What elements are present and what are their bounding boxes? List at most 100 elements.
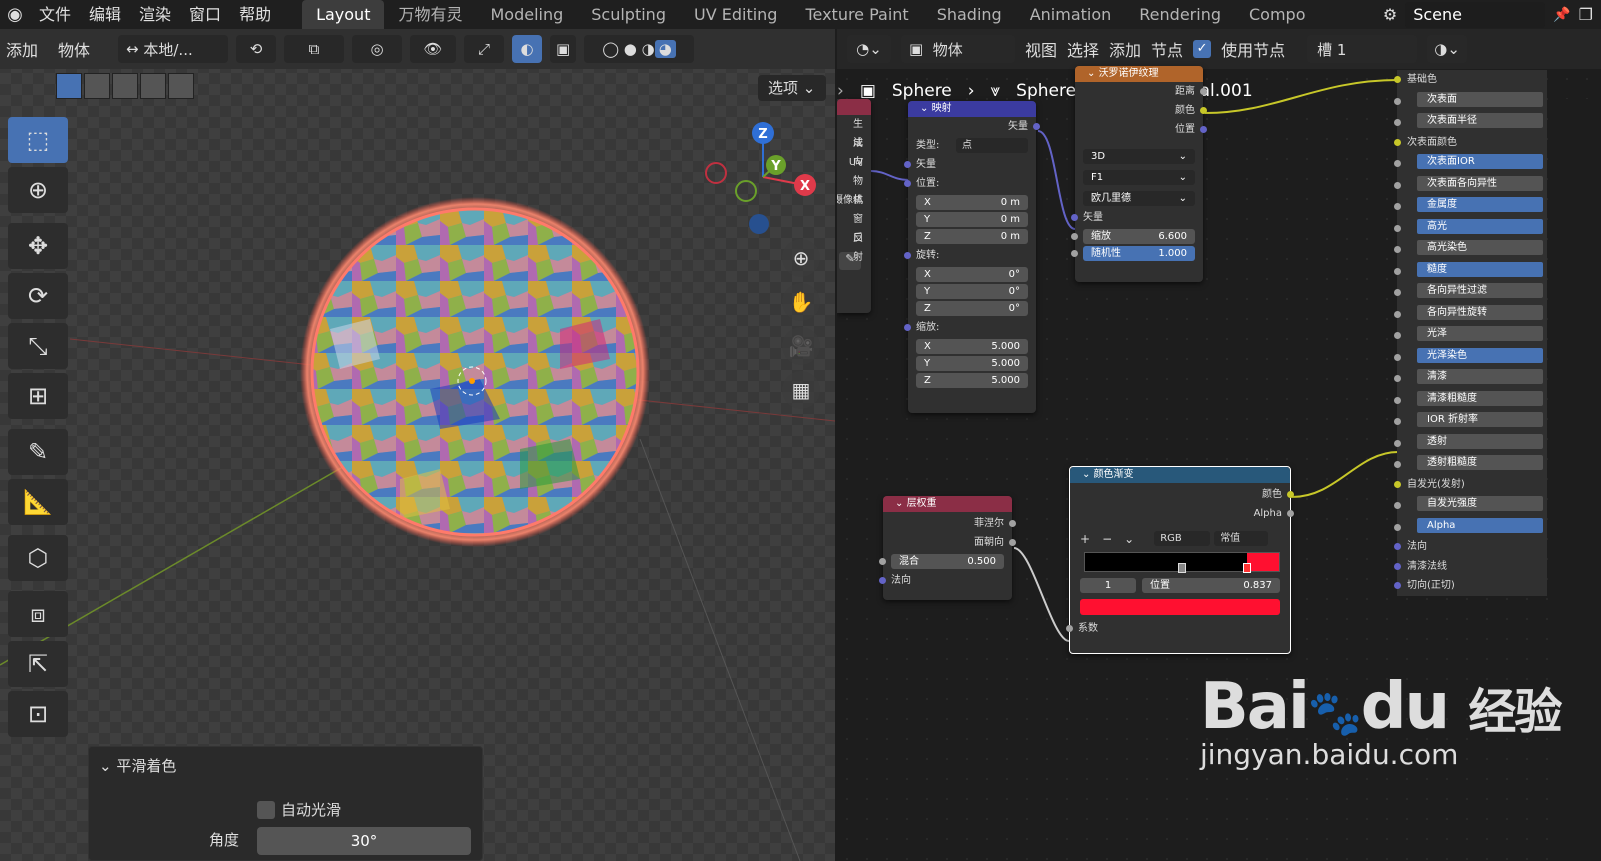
mapping-scale-y[interactable]: Y 5.000 xyxy=(916,356,1028,371)
voronoi-randomness-field[interactable]: 随机性 1.000 xyxy=(1071,246,1195,261)
input-socket[interactable] xyxy=(1394,119,1401,126)
xray-icon[interactable]: ▣ xyxy=(550,35,577,63)
principled-input-row[interactable]: 自发光(发射) xyxy=(1394,475,1547,495)
mapping-node-title[interactable]: ⌄ 映射 xyxy=(908,101,1036,117)
camera-icon[interactable]: 🎥 xyxy=(782,327,820,365)
transform-orientation-dropdown[interactable]: ↔ 本地/... xyxy=(118,35,229,63)
scale-icon[interactable]: ⤡ xyxy=(8,323,68,369)
input-socket[interactable] xyxy=(1394,97,1401,105)
input-socket[interactable] xyxy=(1394,289,1401,296)
add-stop-icon[interactable]: + xyxy=(1080,532,1090,546)
voronoi-feature-dropdown[interactable]: F1 ⌄ xyxy=(1083,170,1195,185)
mapping-scale-x[interactable]: X 5.000 xyxy=(916,339,1028,354)
use-nodes-checkbox[interactable]: ✓ xyxy=(1193,40,1212,58)
input-socket[interactable] xyxy=(1394,543,1401,550)
input-socket[interactable] xyxy=(1394,353,1401,361)
material-preview-icon[interactable]: ◑⌄ xyxy=(1427,35,1468,63)
options-dropdown[interactable]: 选项 ⌄ xyxy=(758,75,826,101)
principled-input-row[interactable]: 糙度 xyxy=(1394,261,1547,282)
edit-icon[interactable]: ⧈ xyxy=(8,591,68,637)
principled-input-row[interactable]: 基础色 xyxy=(1394,70,1547,90)
input-socket[interactable] xyxy=(1394,76,1401,83)
principled-input-row[interactable]: 高光染色 xyxy=(1394,240,1547,260)
select-extend-icon[interactable] xyxy=(84,73,110,99)
tab-texture-paint[interactable]: Texture Paint xyxy=(791,0,922,29)
proportional-edit-icon[interactable]: ◎ xyxy=(352,35,403,63)
ramp-color-mode-dropdown[interactable]: RGB xyxy=(1154,531,1211,546)
input-socket[interactable] xyxy=(1394,181,1401,189)
tweak-icon[interactable]: ⇱ xyxy=(8,641,68,687)
transform-all-icon[interactable]: ⊡ xyxy=(8,691,68,737)
perspective-grid-icon[interactable]: ▦ xyxy=(782,371,820,409)
input-socket[interactable] xyxy=(1394,502,1401,509)
scene-icon[interactable]: ⚙ xyxy=(1383,5,1397,24)
3d-viewport[interactable]: 添加 物体 ↔ 本地/... ⟲ ⧉ ◎ 👁 ⤢ ◐ ▣ ◯ ● ◑ ◕ 选项 … xyxy=(0,29,835,861)
mapping-scale-z[interactable]: Z 5.000 xyxy=(916,373,1028,388)
input-socket[interactable] xyxy=(1394,160,1401,167)
principled-input-row[interactable]: 透射 xyxy=(1394,433,1547,454)
principled-input-row[interactable]: 自发光强度 xyxy=(1394,496,1547,516)
principled-input-row[interactable]: 透射粗糙度 xyxy=(1394,455,1547,475)
select-invert-icon[interactable] xyxy=(140,73,166,99)
transform-icon[interactable]: ⊞ xyxy=(8,373,68,419)
input-socket[interactable] xyxy=(1394,203,1401,210)
principled-input-row[interactable]: 切向(正切) xyxy=(1394,576,1547,596)
navigation-gizmo[interactable]: Z X Y xyxy=(700,119,820,249)
menu-select[interactable]: 选择 xyxy=(1067,37,1099,61)
input-socket[interactable] xyxy=(1394,224,1401,232)
zoom-icon[interactable]: ⊕ xyxy=(782,239,820,277)
principled-input-row[interactable]: 光泽 xyxy=(1394,326,1547,346)
principled-input-row[interactable]: 清漆 xyxy=(1394,369,1547,389)
ramp-menu-icon[interactable]: ⌄ xyxy=(1124,532,1134,546)
ramp-stop-position[interactable]: 位置 0.837 xyxy=(1142,578,1280,593)
tab-layout[interactable]: Layout xyxy=(302,0,385,29)
remove-stop-icon[interactable]: − xyxy=(1102,532,1112,546)
mapping-rot-z[interactable]: Z 0° xyxy=(916,301,1028,316)
ramp-stop-black[interactable] xyxy=(1178,563,1187,573)
voronoi-dimension-dropdown[interactable]: 3D ⌄ xyxy=(1083,149,1195,164)
ramp-gradient-bar[interactable] xyxy=(1084,552,1280,573)
mapping-rot-y[interactable]: Y 0° xyxy=(916,284,1028,299)
rotate-icon[interactable]: ⟳ xyxy=(8,273,68,319)
menu-file[interactable]: 文件 xyxy=(30,0,80,29)
overlay-icon[interactable]: ◐ xyxy=(512,35,543,63)
menu-window[interactable]: 窗口 xyxy=(180,0,230,29)
input-socket[interactable] xyxy=(1394,310,1401,318)
mapping-type-dropdown[interactable]: 点 xyxy=(956,138,1028,153)
principled-input-row[interactable]: 金属度 xyxy=(1394,197,1547,217)
input-socket[interactable] xyxy=(1394,375,1401,382)
menu-help[interactable]: 帮助 xyxy=(230,0,280,29)
menu-add[interactable]: 添加 xyxy=(1109,37,1141,61)
menu-render[interactable]: 渲染 xyxy=(130,0,180,29)
shader-type-dropdown[interactable]: ▣ 物体 xyxy=(901,35,1015,63)
auto-smooth-checkbox[interactable]: 自动光滑 xyxy=(257,799,341,820)
input-socket[interactable] xyxy=(1394,582,1401,589)
visibility-icon[interactable]: 👁 xyxy=(410,35,457,63)
principled-bsdf-node[interactable]: 基础色 次表面 次表面半径 次表面颜色 次表面IOR 次表面各向异性 金属度 高光 高光染色 糙度… xyxy=(1394,70,1547,596)
select-new-icon[interactable] xyxy=(56,73,82,99)
smooth-panel-title[interactable]: ⌄ 平滑着色 xyxy=(89,747,482,784)
tab-compositing[interactable]: Compo xyxy=(1235,0,1320,29)
input-socket[interactable] xyxy=(1394,418,1401,425)
layerweight-blend-field[interactable]: 混合 0.500 xyxy=(879,554,1004,569)
voronoi-texture-node[interactable]: ⌄ 沃罗诺伊纹理 距离 颜色 位置 3D ⌄ F1 ⌄ 欧几里德 ⌄ 矢量 缩放 6.6… xyxy=(1071,66,1207,282)
shading-modes[interactable]: ◯ ● ◑ ◕ xyxy=(584,35,695,63)
ramp-stop-red[interactable] xyxy=(1243,563,1252,573)
voronoi-metric-dropdown[interactable]: 欧几里德 ⌄ xyxy=(1083,191,1195,206)
add-cube-icon[interactable]: ⬡ xyxy=(8,535,68,581)
menu-edit[interactable]: 编辑 xyxy=(80,0,130,29)
principled-input-row[interactable]: 次表面各向异性 xyxy=(1394,175,1547,196)
principled-input-row[interactable]: IOR 折射率 xyxy=(1394,412,1547,432)
input-socket[interactable] xyxy=(1394,439,1401,447)
gizmo-toggle-icon[interactable]: ⤢ xyxy=(464,35,505,63)
voronoi-scale-field[interactable]: 缩放 6.600 xyxy=(1071,229,1195,244)
tab-sculpting[interactable]: Sculpting xyxy=(577,0,680,29)
color-ramp-node[interactable]: ⌄ 颜色渐变 颜色 Alpha + − ⌄ RGB 常值 1 位置 0.837 系数 xyxy=(1066,466,1294,654)
input-socket[interactable] xyxy=(1394,396,1401,404)
principled-input-row[interactable]: 法向 xyxy=(1394,537,1547,557)
mapping-rot-x[interactable]: X 0° xyxy=(916,267,1028,282)
principled-input-row[interactable]: 高光 xyxy=(1394,218,1547,239)
texcoord-node[interactable]: 生成 法向 UV 物体 摄像机 窗口 反射 ✎ xyxy=(837,99,871,313)
principled-input-row[interactable]: 光泽染色 xyxy=(1394,347,1547,368)
tab-modeling[interactable]: Modeling xyxy=(476,0,577,29)
